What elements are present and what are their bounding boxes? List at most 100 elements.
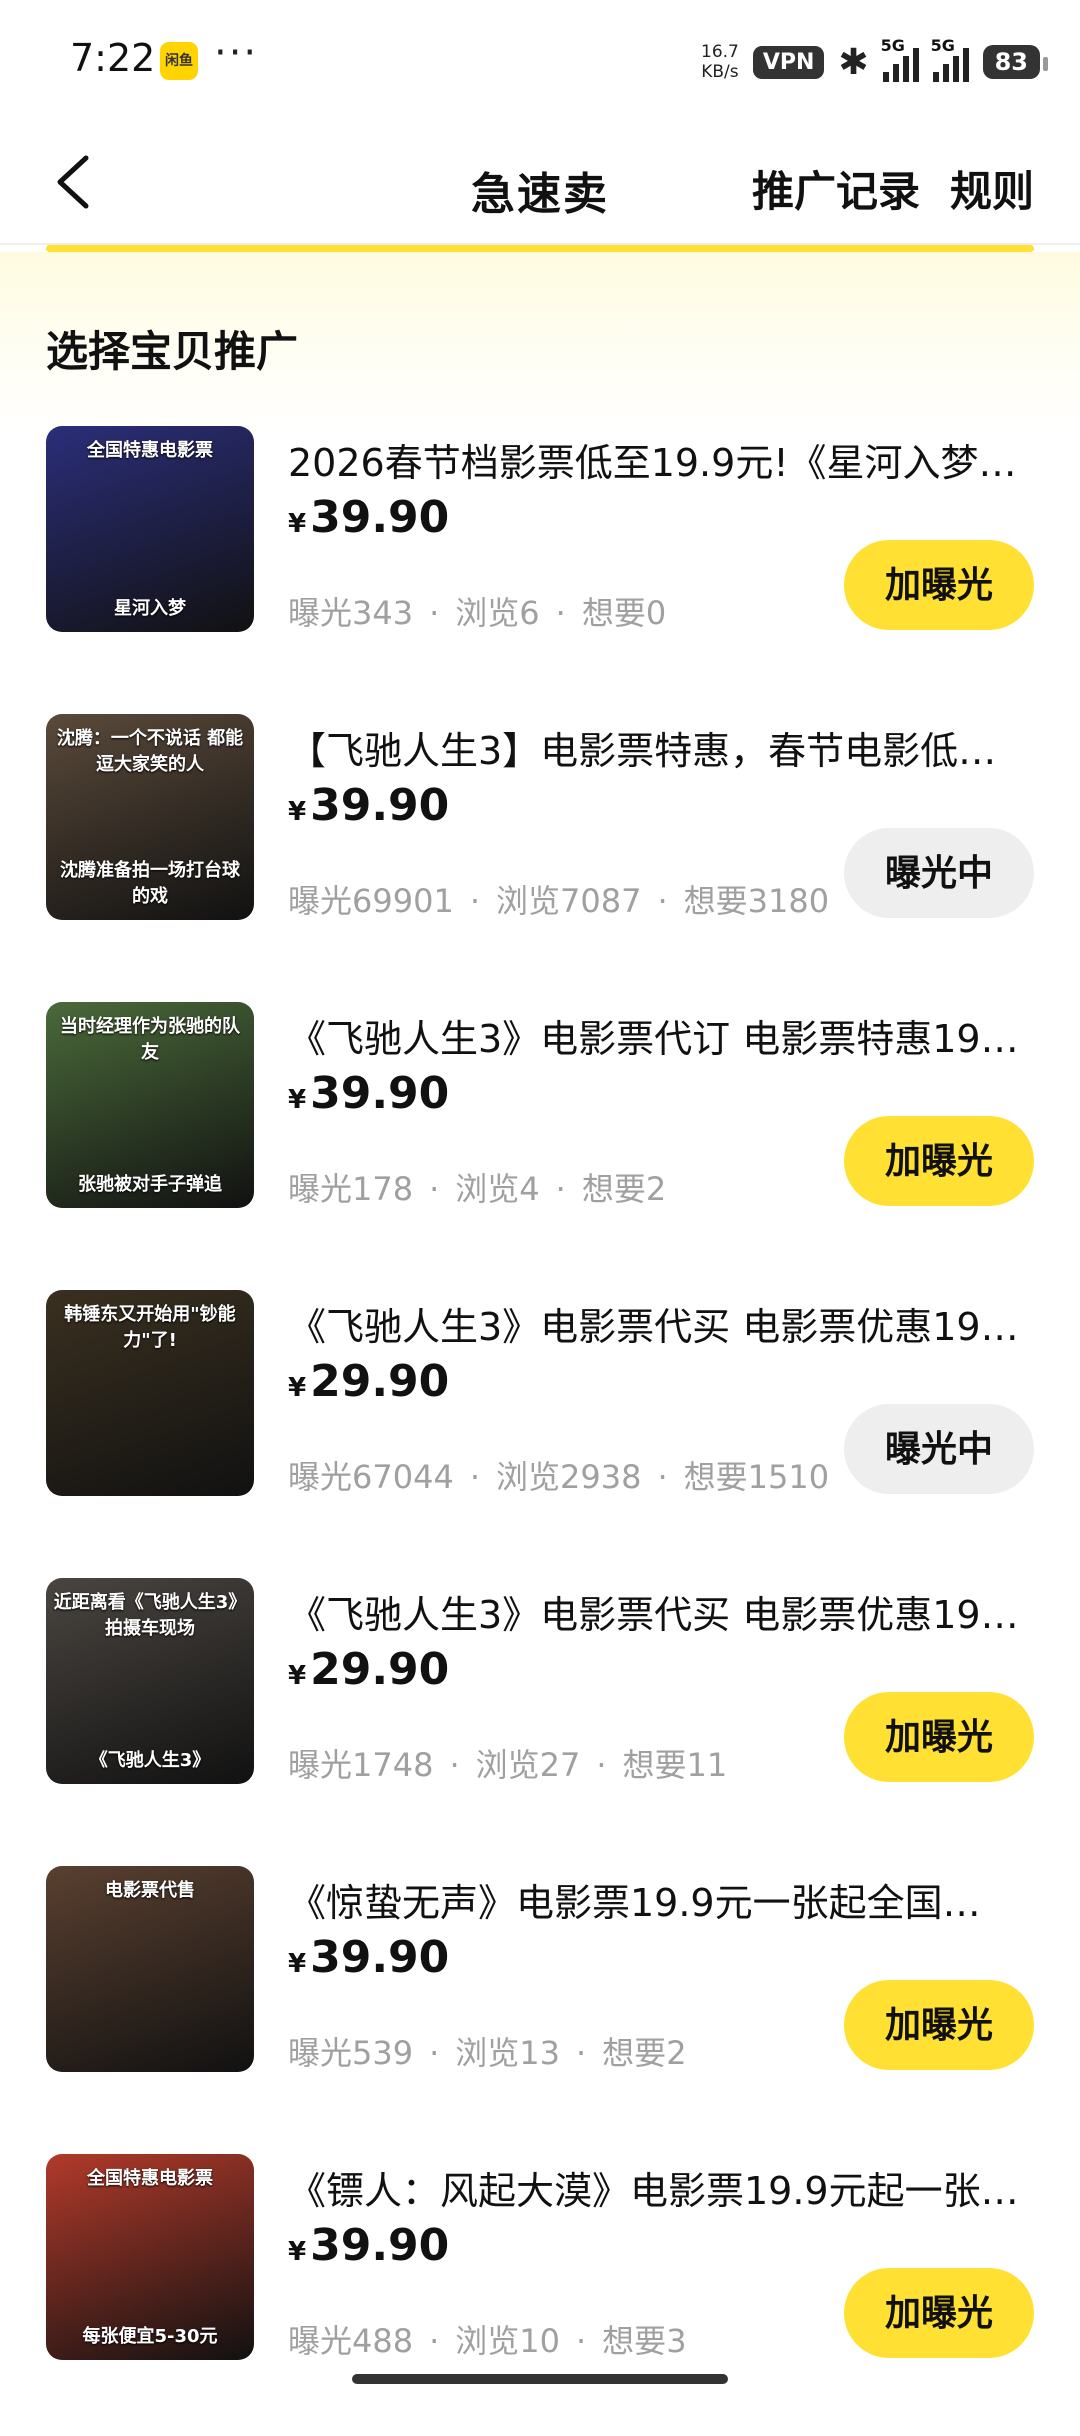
- stat-separator: ·: [657, 882, 668, 920]
- product-stats: 曝光343 · 浏览6 · 想要0: [288, 588, 666, 634]
- product-title[interactable]: 《飞驰人生3》电影票代订 电影票特惠19…: [288, 1008, 1034, 1063]
- product-item[interactable]: 电影票代售 《惊蛰无声》电影票19.9元一张起全国… ¥39.90 曝光539 · 浏览1…: [0, 1860, 1080, 2148]
- exposure-label: 曝光: [288, 2322, 353, 2360]
- signal-icon-2: 5G: [931, 36, 969, 82]
- currency-symbol: ¥: [288, 509, 307, 539]
- price-value: 39.90: [310, 1932, 450, 1983]
- rules-link[interactable]: 规则: [950, 158, 1034, 219]
- wants-count: 2: [645, 1170, 667, 1208]
- status-time: 7:22: [70, 36, 156, 80]
- product-price: ¥29.90: [288, 1356, 449, 1407]
- views-count: 27: [539, 1746, 581, 1784]
- product-price: ¥29.90: [288, 1644, 449, 1695]
- product-title[interactable]: 《镖人：风起大漠》电影票19.9元起一张…: [288, 2160, 1034, 2215]
- stat-separator: ·: [429, 1170, 440, 1208]
- price-value: 39.90: [310, 492, 450, 543]
- thumbnail-caption-bottom: 《飞驰人生3》: [89, 1750, 211, 1771]
- exposure-count: 343: [352, 594, 414, 632]
- product-stats: 曝光488 · 浏览10 · 想要3: [288, 2316, 687, 2362]
- views-count: 7087: [560, 882, 642, 920]
- views-label: 浏览: [455, 2322, 520, 2360]
- views-label: 浏览: [475, 1746, 540, 1784]
- product-title[interactable]: 《飞驰人生3》电影票代买 电影票优惠19…: [288, 1296, 1034, 1351]
- product-thumbnail[interactable]: 全国特惠电影票 每张便宜5-30元: [46, 2154, 254, 2360]
- promotion-records-link[interactable]: 推广记录: [752, 158, 920, 219]
- wants-count: 0: [645, 594, 667, 632]
- exposure-label: 曝光: [288, 594, 353, 632]
- boost-exposure-button[interactable]: 加曝光: [844, 1980, 1034, 2070]
- thumbnail-caption-bottom: 沈腾准备拍一场打台球的戏: [60, 860, 240, 907]
- status-bar: 7:22 闲鱼 ··· 16.7 KB/s VPN ✱ 5G 5G 83: [0, 0, 1080, 120]
- wants-label: 想要: [581, 594, 646, 632]
- product-item[interactable]: 沈腾：一个不说话 都能逗大家笑的人 沈腾准备拍一场打台球的戏 【飞驰人生3】电影票特…: [0, 708, 1080, 996]
- currency-symbol: ¥: [288, 1085, 307, 1115]
- product-thumbnail[interactable]: 电影票代售: [46, 1866, 254, 2072]
- views-label: 浏览: [455, 1170, 520, 1208]
- stat-separator: ·: [576, 2322, 587, 2360]
- product-stats: 曝光178 · 浏览4 · 想要2: [288, 1164, 666, 1210]
- thumbnail-caption-bottom: 星河入梦: [114, 598, 186, 619]
- boost-exposure-button[interactable]: 加曝光: [844, 540, 1034, 630]
- exposure-label: 曝光: [288, 1746, 353, 1784]
- product-item[interactable]: 近距离看《飞驰人生3》拍摄车现场 《飞驰人生3》 《飞驰人生3》电影票代买 电影票优…: [0, 1572, 1080, 1860]
- stat-separator: ·: [449, 1746, 460, 1784]
- product-title[interactable]: 2026春节档影票低至19.9元!《星河入梦…: [288, 432, 1034, 487]
- bluetooth-icon: ✱: [838, 41, 869, 83]
- wants-label: 想要: [602, 2322, 667, 2360]
- stat-separator: ·: [596, 1746, 607, 1784]
- exposure-label: 曝光: [288, 2034, 353, 2072]
- product-thumbnail[interactable]: 全国特惠电影票 星河入梦: [46, 426, 254, 632]
- currency-symbol: ¥: [288, 1373, 307, 1403]
- thumbnail-caption-top: 韩锤东又开始用"钞能力"了!: [64, 1304, 236, 1351]
- product-title[interactable]: 《惊蛰无声》电影票19.9元一张起全国…: [288, 1872, 1034, 1927]
- product-stats: 曝光1748 · 浏览27 · 想要11: [288, 1740, 727, 1786]
- stat-separator: ·: [429, 594, 440, 632]
- currency-symbol: ¥: [288, 1949, 307, 1979]
- product-thumbnail[interactable]: 沈腾：一个不说话 都能逗大家笑的人 沈腾准备拍一场打台球的戏: [46, 714, 254, 920]
- boost-exposure-button[interactable]: 加曝光: [844, 2268, 1034, 2358]
- thumbnail-caption-top: 全国特惠电影票: [87, 2168, 213, 2189]
- product-item[interactable]: 全国特惠电影票 每张便宜5-30元 《镖人：风起大漠》电影票19.9元起一张… ¥39…: [0, 2148, 1080, 2436]
- network-speed: 16.7 KB/s: [701, 42, 739, 82]
- home-indicator[interactable]: [352, 2374, 728, 2384]
- thumbnail-caption-top: 电影票代售: [105, 1880, 195, 1901]
- stat-separator: ·: [555, 1170, 566, 1208]
- product-item[interactable]: 当时经理作为张驰的队友 张驰被对手子弹追 《飞驰人生3》电影票代订 电影票特惠19……: [0, 996, 1080, 1284]
- product-stats: 曝光539 · 浏览13 · 想要2: [288, 2028, 687, 2074]
- exposure-active-button[interactable]: 曝光中: [844, 1404, 1034, 1494]
- views-count: 13: [519, 2034, 560, 2072]
- price-value: 29.90: [310, 1356, 450, 1407]
- views-count: 10: [519, 2322, 560, 2360]
- wants-count: 11: [686, 1746, 728, 1784]
- exposure-label: 曝光: [288, 1458, 353, 1496]
- product-title[interactable]: 【飞驰人生3】电影票特惠，春节电影低…: [288, 720, 1034, 775]
- wants-label: 想要: [683, 1458, 748, 1496]
- exposure-label: 曝光: [288, 1170, 353, 1208]
- section-title: 选择宝贝推广: [46, 327, 299, 376]
- exposure-active-button[interactable]: 曝光中: [844, 828, 1034, 918]
- boost-exposure-button[interactable]: 加曝光: [844, 1116, 1034, 1206]
- product-stats: 曝光67044 · 浏览2938 · 想要1510: [288, 1452, 829, 1498]
- xianyu-notification-icon: 闲鱼: [160, 42, 198, 80]
- wants-label: 想要: [622, 1746, 687, 1784]
- thumbnail-caption-top: 全国特惠电影票: [87, 440, 213, 461]
- product-price: ¥39.90: [288, 492, 449, 543]
- battery-icon: 83: [982, 45, 1049, 79]
- views-count: 4: [519, 1170, 540, 1208]
- product-thumbnail[interactable]: 近距离看《飞驰人生3》拍摄车现场 《飞驰人生3》: [46, 1578, 254, 1784]
- currency-symbol: ¥: [288, 2237, 307, 2267]
- exposure-count: 178: [352, 1170, 414, 1208]
- price-value: 29.90: [310, 1644, 450, 1695]
- product-thumbnail[interactable]: 当时经理作为张驰的队友 张驰被对手子弹追: [46, 1002, 254, 1208]
- product-item[interactable]: 韩锤东又开始用"钞能力"了! 《飞驰人生3》电影票代买 电影票优惠19… ¥29.9…: [0, 1284, 1080, 1572]
- wants-label: 想要: [581, 1170, 646, 1208]
- exposure-label: 曝光: [288, 882, 353, 920]
- product-item[interactable]: 全国特惠电影票 星河入梦 2026春节档影票低至19.9元!《星河入梦… ¥39.90…: [0, 420, 1080, 708]
- views-label: 浏览: [495, 882, 560, 920]
- product-thumbnail[interactable]: 韩锤东又开始用"钞能力"了!: [46, 1290, 254, 1496]
- wants-count: 3180: [747, 882, 830, 920]
- product-title[interactable]: 《飞驰人生3》电影票代买 电影票优惠19…: [288, 1584, 1034, 1639]
- stat-separator: ·: [657, 1458, 668, 1496]
- boost-exposure-button[interactable]: 加曝光: [844, 1692, 1034, 1782]
- wants-label: 想要: [683, 882, 748, 920]
